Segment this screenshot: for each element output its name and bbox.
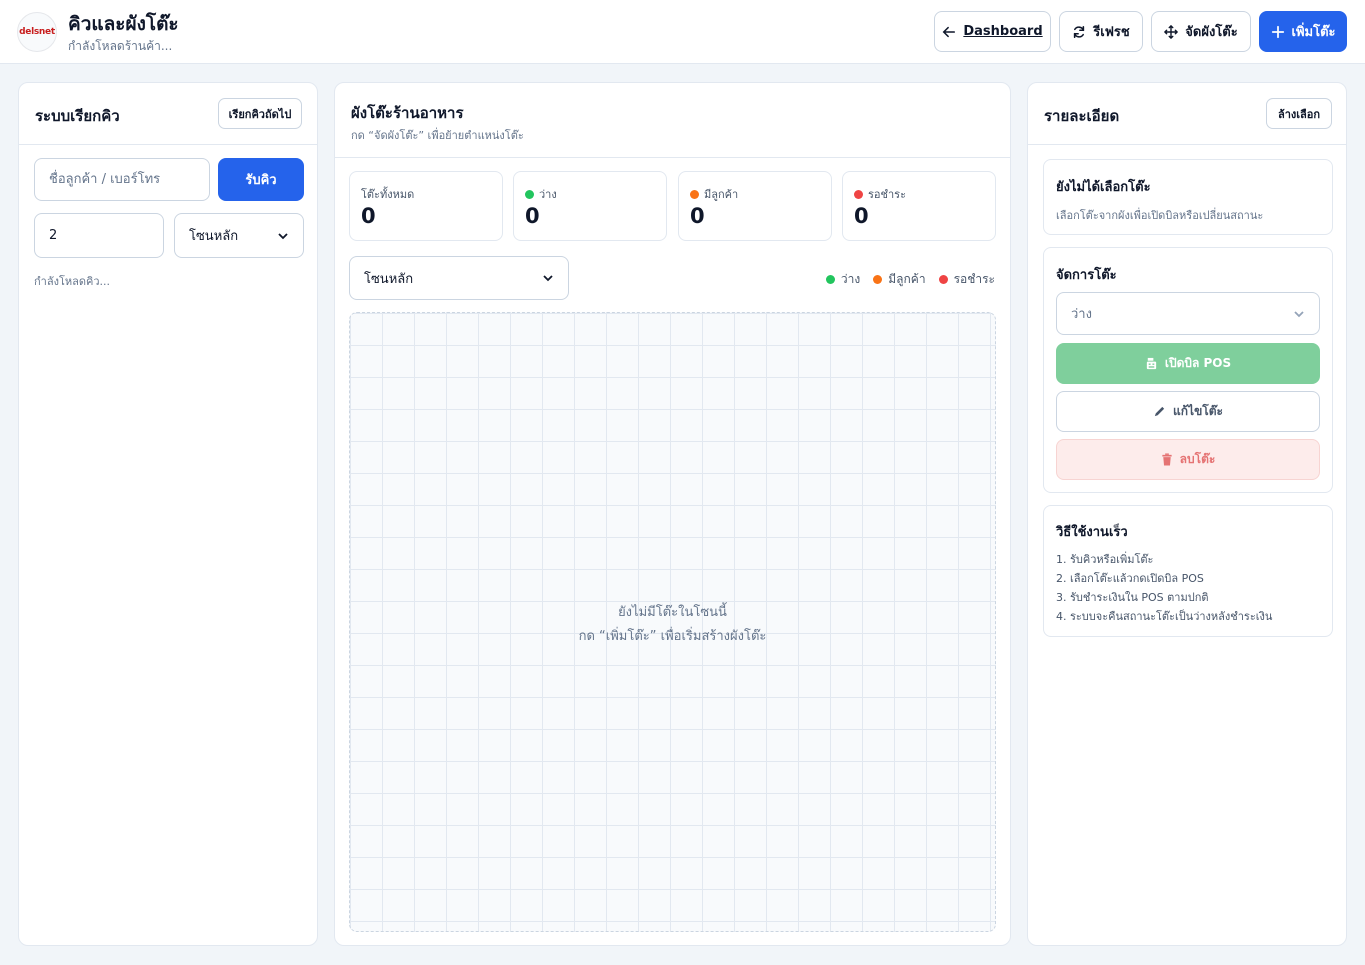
move-arrows-icon	[1164, 24, 1179, 39]
party-size-value: 2	[49, 228, 58, 243]
store-logo: delsnet	[17, 12, 57, 52]
queue-panel: ระบบเรียกคิว เรียกคิวถัดไป รับคิว 2 โซนห…	[18, 82, 318, 946]
floor-plan-title: ผังโต๊ะร้านอาหาร	[351, 104, 464, 122]
queue-divider	[19, 144, 317, 145]
floor-zone-select[interactable]: โซนหลัก	[349, 256, 569, 300]
guide-step: 2. เลือกโต๊ะแล้วกดเปิดบิล POS	[1056, 572, 1204, 585]
stat-available: ว่าง 0	[513, 171, 667, 241]
customer-name-input[interactable]	[34, 158, 210, 201]
dashboard-button[interactable]: Dashboard	[934, 11, 1051, 52]
manage-table-title: จัดการโต๊ะ	[1056, 268, 1117, 283]
table-status-select[interactable]: ว่าง	[1056, 292, 1320, 335]
call-next-queue-button[interactable]: เรียกคิวถัดไป	[218, 98, 302, 129]
stat-occupied: มีลูกค้า 0	[678, 171, 832, 241]
stat-label: ว่าง	[525, 185, 557, 203]
no-selection-card: ยังไม่ได้เลือกโต๊ะ เลือกโต๊ะจากผังเพื่อเ…	[1043, 159, 1333, 235]
stat-label: มีลูกค้า	[690, 185, 738, 203]
plus-icon	[1271, 25, 1284, 38]
app-header: delsnet คิวและผังโต๊ะ กำลังโหลดร้านค้า..…	[0, 0, 1365, 64]
table-status-value: ว่าง	[1071, 307, 1092, 322]
pencil-icon	[1154, 406, 1165, 417]
queue-zone-select[interactable]: โซนหลัก	[174, 213, 304, 258]
stat-value: 0	[525, 204, 540, 228]
delete-table-label: ลบโต๊ะ	[1179, 452, 1216, 466]
stat-value: 0	[854, 204, 869, 228]
refresh-button-label: รีเฟรช	[1093, 25, 1130, 40]
arrange-layout-button[interactable]: จัดผังโต๊ะ	[1151, 11, 1251, 52]
queue-title: ระบบเรียกคิว	[35, 107, 120, 125]
refresh-button[interactable]: รีเฟรช	[1059, 11, 1143, 52]
guide-step: 4. ระบบจะคืนสถานะโต๊ะเป็นว่างหลังชำระเงิ…	[1056, 610, 1273, 623]
dashboard-button-label: Dashboard	[963, 24, 1043, 39]
edit-table-button[interactable]: แก้ไขโต๊ะ	[1056, 391, 1320, 432]
cash-register-icon	[1146, 357, 1156, 370]
arrange-layout-label: จัดผังโต๊ะ	[1185, 25, 1238, 40]
empty-floor-line1: ยังไม่มีโต๊ะในโซนนี้	[618, 605, 727, 620]
status-dot	[690, 189, 699, 199]
legend-occupied: มีลูกค้า	[873, 270, 926, 289]
empty-floor-line2: กด “เพิ่มโต๊ะ” เพื่อเริ่มสร้างผังโต๊ะ	[578, 629, 767, 644]
empty-floor-message: ยังไม่มีโต๊ะในโซนนี้ กด “เพิ่มโต๊ะ” เพื่…	[350, 601, 995, 649]
party-size-input[interactable]: 2	[34, 213, 164, 258]
page-subtitle: กำลังโหลดร้านค้า...	[68, 39, 173, 53]
legend-awaiting-payment: รอชำระ	[938, 270, 995, 289]
guide-step: 3. รับชำระเงินใน POS ตามปกติ	[1056, 591, 1209, 604]
queue-zone-value: โซนหลัก	[189, 229, 239, 244]
open-pos-button[interactable]: เปิดบิล POS	[1056, 343, 1320, 384]
status-legend: ว่าง มีลูกค้า รอชำระ	[825, 270, 995, 289]
clear-selection-button[interactable]: ล้างเลือก	[1266, 98, 1332, 129]
trash-icon	[1162, 453, 1172, 466]
quick-guide-card: วิธีใช้งานเร็ว 1. รับคิวหรือเพิ่มโต๊ะ 2.…	[1043, 505, 1333, 637]
legend-available: ว่าง	[825, 270, 860, 289]
stat-awaiting-payment: รอชำระ 0	[842, 171, 996, 241]
no-selection-title: ยังไม่ได้เลือกโต๊ะ	[1056, 180, 1151, 195]
floor-divider	[335, 157, 1010, 158]
chevron-down-icon	[543, 275, 553, 282]
details-panel: รายละเอียด ล้างเลือก ยังไม่ได้เลือกโต๊ะ …	[1027, 82, 1347, 946]
add-table-button[interactable]: เพิ่มโต๊ะ	[1259, 11, 1347, 52]
stat-label: รอชำระ	[854, 185, 906, 203]
stat-value: 0	[690, 204, 705, 228]
chevron-down-icon	[278, 232, 288, 239]
floor-plan-hint: กด “จัดผังโต๊ะ” เพื่อย้ายตำแหน่งโต๊ะ	[351, 129, 524, 142]
details-divider	[1028, 144, 1346, 145]
manage-table-card: จัดการโต๊ะ ว่าง เปิดบิล POS แก้ไขโต๊ะ ลบ…	[1043, 247, 1333, 493]
queue-status-text: กำลังโหลดคิว...	[34, 275, 111, 288]
open-pos-label: เปิดบิล POS	[1164, 356, 1232, 370]
page-title: คิวและผังโต๊ะ	[68, 13, 179, 35]
guide-step: 1. รับคิวหรือเพิ่มโต๊ะ	[1056, 553, 1154, 566]
status-dot	[854, 189, 863, 199]
chevron-down-icon	[1294, 310, 1304, 317]
status-dot	[525, 189, 534, 199]
no-selection-desc: เลือกโต๊ะจากผังเพื่อเปิดบิลหรือเปลี่ยนสถ…	[1056, 209, 1264, 222]
refresh-icon	[1074, 25, 1085, 38]
arrow-left-icon	[942, 26, 956, 37]
get-queue-button[interactable]: รับคิว	[218, 158, 304, 201]
stat-value: 0	[361, 204, 376, 228]
edit-table-label: แก้ไขโต๊ะ	[1173, 404, 1223, 418]
floor-zone-value: โซนหลัก	[364, 271, 414, 287]
floor-plan-canvas[interactable]: ยังไม่มีโต๊ะในโซนนี้ กด “เพิ่มโต๊ะ” เพื่…	[349, 312, 996, 932]
stat-label: โต๊ะทั้งหมด	[361, 188, 415, 201]
details-title: รายละเอียด	[1044, 107, 1120, 125]
delete-table-button[interactable]: ลบโต๊ะ	[1056, 439, 1320, 480]
quick-guide-title: วิธีใช้งานเร็ว	[1056, 525, 1128, 540]
add-table-label: เพิ่มโต๊ะ	[1291, 25, 1336, 40]
quick-guide-steps: 1. รับคิวหรือเพิ่มโต๊ะ 2. เลือกโต๊ะแล้วก…	[1056, 550, 1272, 626]
stat-total-tables: โต๊ะทั้งหมด 0	[349, 171, 503, 241]
